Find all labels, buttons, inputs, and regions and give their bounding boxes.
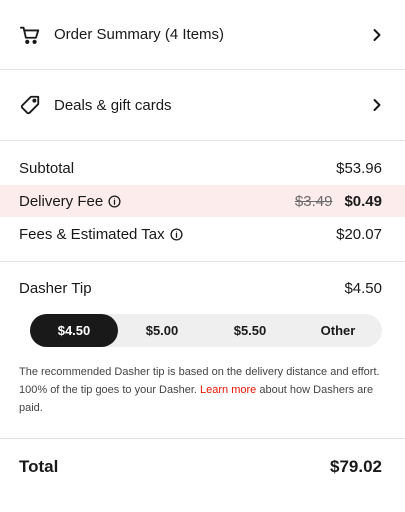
divider (0, 261, 405, 262)
delivery-fee-value: $0.49 (344, 192, 382, 210)
deals-row[interactable]: Deals & gift cards (0, 70, 405, 141)
info-icon[interactable] (108, 194, 121, 208)
learn-more-link[interactable]: Learn more (200, 384, 256, 396)
info-icon[interactable] (170, 227, 183, 241)
tip-option-other[interactable]: Other (294, 314, 382, 347)
tip-selector: $4.50 $5.00 $5.50 Other (30, 314, 382, 347)
divider (0, 438, 405, 439)
tip-option-550[interactable]: $5.50 (206, 314, 294, 347)
delivery-fee-row: Delivery Fee $3.49 $0.49 (0, 185, 405, 217)
total-label: Total (19, 457, 59, 476)
total-row: Total $79.02 (0, 450, 405, 484)
deals-label: Deals & gift cards (54, 96, 172, 114)
order-summary-label: Order Summary (4 Items) (54, 26, 225, 43)
chevron-right-icon (367, 95, 387, 115)
dasher-tip-row: Dasher Tip $4.50 (0, 272, 405, 304)
subtotal-value: $53.96 (336, 159, 382, 177)
chevron-right-icon (367, 25, 387, 45)
delivery-fee-original: $3.49 (294, 192, 333, 210)
fees-tax-label: Fees & Estimated Tax (19, 225, 165, 243)
fees-tax-value: $20.07 (336, 225, 382, 243)
total-value: $79.02 (330, 457, 382, 476)
tip-disclaimer: The recommended Dasher tip is based on t… (19, 363, 389, 417)
delivery-fee-label: Delivery Fee (19, 192, 104, 210)
tip-option-450[interactable]: $4.50 (30, 314, 118, 347)
tag-icon (18, 93, 42, 117)
tip-option-500[interactable]: $5.00 (118, 314, 206, 347)
subtotal-label: Subtotal (19, 159, 75, 177)
dasher-tip-value: $4.50 (344, 279, 382, 297)
dasher-tip-label: Dasher Tip (19, 279, 92, 297)
order-summary-row[interactable]: Order Summary (4 Items) (0, 0, 405, 70)
subtotal-row: Subtotal $53.96 (0, 152, 405, 184)
cart-icon (18, 23, 42, 47)
fees-tax-row: Fees & Estimated Tax $20.07 (0, 218, 405, 250)
